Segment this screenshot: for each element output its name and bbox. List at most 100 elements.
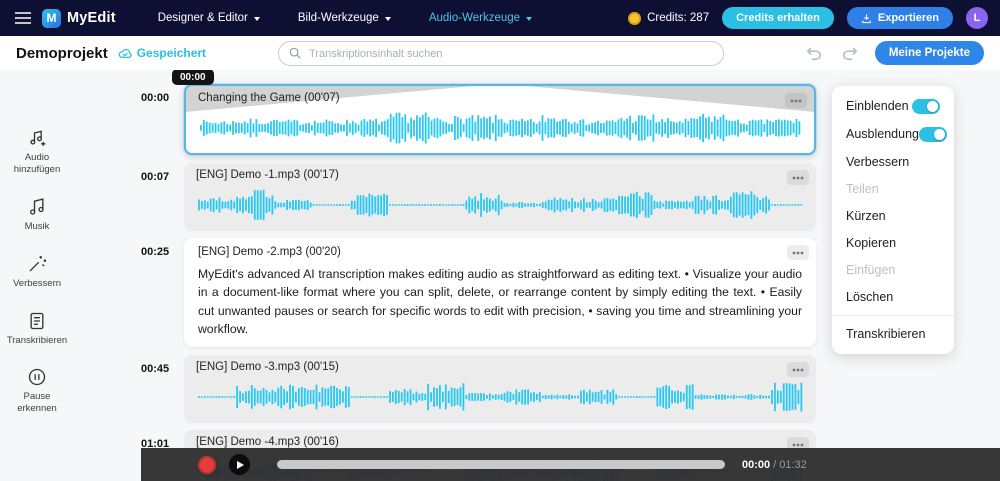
menu-item[interactable]: Transkribieren	[832, 315, 954, 348]
cloud-saved-icon	[118, 48, 132, 58]
get-credits-button[interactable]: Credits erhalten	[722, 7, 834, 29]
ellipsis-icon	[792, 176, 804, 179]
toggle-knob	[927, 100, 938, 112]
ellipsis-icon	[792, 368, 804, 372]
clip-waveform[interactable]	[196, 380, 804, 414]
toggle-switch[interactable]	[918, 126, 947, 142]
export-button[interactable]: Exportieren	[846, 7, 953, 29]
sidebar-item-label: Pause erkennen	[17, 391, 57, 415]
clip-card[interactable]: [ENG] Demo -2.mp3 (00'20) MyEdit's advan…	[184, 238, 816, 348]
chevron-down-icon	[526, 16, 533, 21]
ellipsis-icon	[792, 443, 804, 447]
menu-item[interactable]: Löschen	[832, 283, 954, 310]
clip-time: 00:07	[141, 171, 170, 183]
current-time: 00:00	[742, 458, 771, 471]
nav-designer-editor-label: Designer & Editor	[157, 12, 248, 24]
progress-bar[interactable]	[277, 460, 725, 469]
clip-row: 00:00 Changing the Game (00'07)	[141, 84, 816, 155]
nav-audio-werkzeuge[interactable]: Audio-Werkzeuge	[429, 12, 533, 24]
clip-waveform[interactable]	[196, 188, 804, 222]
saved-status: Gespeichert	[118, 46, 206, 60]
sidebar-item-audio-hinzufuegen[interactable]: Audio hinzufügen	[4, 128, 70, 176]
clip-options-button[interactable]	[787, 170, 809, 185]
undo-button[interactable]	[803, 43, 825, 63]
pause-detect-icon	[28, 369, 46, 386]
menu-item[interactable]: Kopieren	[832, 229, 954, 256]
menu-item[interactable]: Einblenden	[832, 92, 954, 120]
main-nav: Designer & Editor Bild-Werkzeuge Audio-W…	[158, 12, 533, 24]
clip-card[interactable]: Changing the Game (00'07)	[184, 84, 816, 155]
sidebar-item-label: Verbessern	[12, 277, 62, 289]
logo-text: MyEdit	[67, 10, 116, 26]
sidebar-item-verbessern[interactable]: Verbessern	[4, 254, 70, 290]
nav-bild-werkzeuge[interactable]: Bild-Werkzeuge	[298, 12, 391, 24]
menu-item[interactable]: Kürzen	[832, 202, 954, 229]
toggle-switch[interactable]	[912, 98, 940, 114]
menu-item-label: Transkribieren	[846, 327, 926, 341]
saved-label: Gespeichert	[136, 46, 207, 60]
clip-time: 00:00	[141, 92, 170, 104]
clip-waveform[interactable]	[198, 111, 802, 145]
clip-options-button[interactable]	[787, 362, 809, 378]
redo-button[interactable]	[839, 43, 861, 63]
search-input[interactable]	[278, 41, 724, 66]
my-projects-button[interactable]: Meine Projekte	[874, 41, 984, 65]
clip-title: [ENG] Demo -1.mp3 (00'17)	[196, 169, 339, 181]
magic-wand-icon	[29, 255, 47, 272]
sidebar-item-musik[interactable]: Musik	[4, 197, 70, 233]
coin-icon	[628, 11, 642, 25]
sidebar-item-label: Musik	[24, 220, 50, 232]
header-actions: Meine Projekte	[803, 41, 984, 65]
menu-item[interactable]: Verbessern	[832, 148, 954, 175]
sidebar-item-transkribieren[interactable]: Transkribieren	[4, 311, 70, 347]
clip-card[interactable]: [ENG] Demo -1.mp3 (00'17)	[184, 163, 816, 230]
time-display: 00:00/ 01:32	[742, 459, 807, 471]
sidebar-item-label: Audio hinzufügen	[13, 152, 61, 175]
menu-icon[interactable]	[12, 7, 34, 29]
chevron-down-icon	[253, 16, 260, 21]
menu-item-label: Ausblendung	[846, 127, 919, 141]
toggle-knob	[933, 128, 945, 140]
menu-item-label: Einfügen	[846, 262, 896, 277]
credits-label: Credits: 287	[647, 12, 710, 24]
user-avatar[interactable]: L	[966, 7, 988, 29]
context-menu: Einblenden Ausblendung Verbessern Teilen…	[832, 86, 954, 354]
play-icon	[237, 460, 244, 469]
clip-title: [ENG] Demo -2.mp3 (00'20)	[198, 246, 341, 258]
clip-time: 00:25	[141, 246, 170, 258]
search-icon	[289, 47, 301, 59]
app-logo[interactable]: M MyEdit	[42, 8, 116, 28]
clip-row: 00:07 [ENG] Demo -1.mp3 (00'17)	[141, 163, 816, 230]
record-button[interactable]	[198, 455, 216, 474]
play-button[interactable]	[229, 454, 250, 475]
clip-options-button[interactable]	[785, 93, 807, 108]
clip-row: 00:45 [ENG] Demo -3.mp3 (00'15)	[141, 355, 816, 423]
clip-row: 00:25 [ENG] Demo -2.mp3 (00'20) MyEdit's…	[141, 238, 816, 348]
clip-text[interactable]: MyEdit's advanced AI transcription makes…	[198, 265, 802, 338]
transcript-search	[278, 41, 724, 66]
playhead-time-badge: 00:00	[172, 69, 214, 85]
clip-title: Changing the Game (00'07)	[198, 92, 340, 104]
top-bar-right: Credits: 287 Credits erhalten Exportiere…	[628, 7, 988, 29]
clip-card[interactable]: [ENG] Demo -3.mp3 (00'15)	[184, 355, 816, 423]
logo-mark-icon: M	[42, 8, 61, 28]
menu-item-label: Verbessern	[846, 154, 910, 169]
clip-title: [ENG] Demo -3.mp3 (00'15)	[196, 361, 339, 374]
player-bar: 00:00/ 01:32	[141, 448, 1000, 481]
download-icon	[862, 13, 871, 23]
nav-designer-editor[interactable]: Designer & Editor	[158, 12, 260, 24]
menu-item[interactable]: Ausblendung	[832, 120, 954, 148]
ellipsis-icon	[790, 99, 802, 102]
menu-item-label: Kopieren	[846, 235, 897, 250]
clip-options-button[interactable]	[787, 245, 809, 260]
menu-item[interactable]: Einfügen	[832, 256, 954, 283]
menu-item[interactable]: Teilen	[832, 175, 954, 202]
transcript-doc-icon	[30, 312, 44, 329]
redo-icon	[842, 47, 858, 60]
export-label: Exportieren	[877, 12, 939, 24]
sidebar-item-pause-erkennen[interactable]: Pause erkennen	[4, 367, 70, 415]
add-audio-icon	[30, 130, 46, 146]
nav-bild-werkzeuge-label: Bild-Werkzeuge	[297, 12, 379, 24]
chevron-down-icon	[384, 16, 391, 21]
timeline-rows: 00:00 Changing the Game (00'07) 00:07 [E…	[141, 84, 816, 481]
